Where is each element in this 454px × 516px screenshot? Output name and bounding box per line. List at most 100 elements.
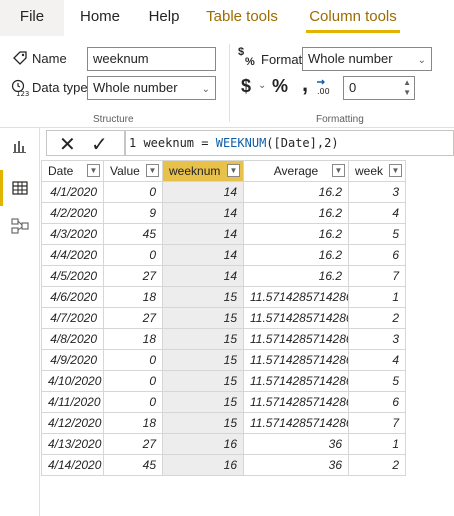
cell-average[interactable]: 16.2 [243,265,349,287]
cell-value[interactable]: 9 [103,202,163,224]
cell-average[interactable]: 36 [243,433,349,455]
table-row[interactable]: 4/11/2020 0 15 11.5714285714286 6 [41,391,406,413]
cell-weeknum[interactable]: 14 [162,181,244,203]
table-row[interactable]: 4/8/2020 18 15 11.5714285714286 3 [41,328,406,350]
table-row[interactable]: 4/2/2020 9 14 16.2 4 [41,202,406,224]
tab-home[interactable]: Home [64,0,136,36]
chevron-down-icon[interactable]: ▼ [227,164,240,177]
cell-week[interactable]: 4 [348,202,406,224]
cell-week[interactable]: 2 [348,307,406,329]
table-row[interactable]: 4/3/2020 45 14 16.2 5 [41,223,406,245]
cell-average[interactable]: 11.5714285714286 [243,370,349,392]
cell-average[interactable]: 36 [243,454,349,476]
cell-date[interactable]: 4/10/2020 [41,370,104,392]
model-view-icon[interactable] [6,212,34,240]
table-row[interactable]: 4/14/2020 45 16 36 2 [41,454,406,476]
decrease-decimal-icon[interactable]: .00 [315,78,337,96]
table-row[interactable]: 4/12/2020 18 15 11.5714285714286 7 [41,412,406,434]
table-row[interactable]: 4/13/2020 27 16 36 1 [41,433,406,455]
tab-help[interactable]: Help [136,0,192,36]
table-row[interactable]: 4/10/2020 0 15 11.5714285714286 5 [41,370,406,392]
currency-dropdown-chevron-icon[interactable]: ⌄ [258,80,266,91]
cell-weeknum[interactable]: 15 [162,307,244,329]
cell-date[interactable]: 4/14/2020 [41,454,104,476]
cell-date[interactable]: 4/13/2020 [41,433,104,455]
chevron-down-icon[interactable]: ▼ [87,164,100,177]
cell-week[interactable]: 7 [348,265,406,287]
column-header-date[interactable]: Date ▼ [41,160,104,182]
cell-weeknum[interactable]: 16 [162,454,244,476]
cell-date[interactable]: 4/8/2020 [41,328,104,350]
cell-date[interactable]: 4/2/2020 [41,202,104,224]
chevron-down-icon[interactable]: ▼ [146,164,159,177]
cell-date[interactable]: 4/5/2020 [41,265,104,287]
column-name-input[interactable]: weeknum [87,47,216,71]
cell-average[interactable]: 16.2 [243,244,349,266]
cell-week[interactable]: 6 [348,244,406,266]
cell-value[interactable]: 18 [103,412,163,434]
decimal-places-stepper[interactable]: 0 ▲ ▼ [343,76,415,100]
cell-week[interactable]: 3 [348,181,406,203]
cell-average[interactable]: 11.5714285714286 [243,307,349,329]
data-view-icon[interactable] [6,174,34,202]
cell-weeknum[interactable]: 15 [162,286,244,308]
cell-week[interactable]: 2 [348,454,406,476]
report-view-icon[interactable] [6,132,34,160]
chevron-down-icon[interactable]: ▼ [332,164,345,177]
table-row[interactable]: 4/1/2020 0 14 16.2 3 [41,181,406,203]
cell-weeknum[interactable]: 14 [162,223,244,245]
cell-average[interactable]: 11.5714285714286 [243,328,349,350]
table-row[interactable]: 4/4/2020 0 14 16.2 6 [41,244,406,266]
cell-weeknum[interactable]: 15 [162,328,244,350]
cell-average[interactable]: 11.5714285714286 [243,286,349,308]
cell-date[interactable]: 4/1/2020 [41,181,104,203]
column-header-average[interactable]: Average ▼ [243,160,349,182]
datatype-select[interactable]: Whole number ⌄ [87,76,216,100]
cell-average[interactable]: 16.2 [243,223,349,245]
table-row[interactable]: 4/9/2020 0 15 11.5714285714286 4 [41,349,406,371]
cell-value[interactable]: 27 [103,265,163,287]
cell-week[interactable]: 5 [348,223,406,245]
commit-formula-button[interactable]: ✓ [91,132,108,157]
cell-value[interactable]: 27 [103,433,163,455]
cell-value[interactable]: 27 [103,307,163,329]
cell-date[interactable]: 4/12/2020 [41,412,104,434]
cell-date[interactable]: 4/6/2020 [41,286,104,308]
percent-button[interactable]: % [272,76,288,97]
tab-column-tools[interactable]: Column tools [292,0,414,36]
cell-average[interactable]: 16.2 [243,181,349,203]
cell-value[interactable]: 0 [103,181,163,203]
cell-weeknum[interactable]: 14 [162,244,244,266]
cell-week[interactable]: 7 [348,412,406,434]
tab-file[interactable]: File [0,0,64,36]
cell-week[interactable]: 6 [348,391,406,413]
cell-value[interactable]: 45 [103,454,163,476]
cell-week[interactable]: 5 [348,370,406,392]
cell-value[interactable]: 0 [103,349,163,371]
cell-average[interactable]: 16.2 [243,202,349,224]
cell-value[interactable]: 18 [103,286,163,308]
column-header-weeknum[interactable]: weeknum ▼ [162,160,244,182]
cell-date[interactable]: 4/9/2020 [41,349,104,371]
cell-weeknum[interactable]: 16 [162,433,244,455]
column-header-week[interactable]: week ▼ [348,160,406,182]
cell-value[interactable]: 45 [103,223,163,245]
format-select[interactable]: Whole number ⌄ [302,47,432,71]
formula-input[interactable]: 1 weeknum = WEEKNUM([Date],2) [124,130,454,156]
cell-week[interactable]: 1 [348,286,406,308]
cell-week[interactable]: 1 [348,433,406,455]
table-row[interactable]: 4/7/2020 27 15 11.5714285714286 2 [41,307,406,329]
cell-weeknum[interactable]: 15 [162,370,244,392]
tab-table-tools[interactable]: Table tools [192,0,292,36]
cell-value[interactable]: 18 [103,328,163,350]
cell-weeknum[interactable]: 15 [162,412,244,434]
column-header-value[interactable]: Value ▼ [103,160,163,182]
cell-date[interactable]: 4/11/2020 [41,391,104,413]
cell-week[interactable]: 3 [348,328,406,350]
table-row[interactable]: 4/5/2020 27 14 16.2 7 [41,265,406,287]
cell-date[interactable]: 4/4/2020 [41,244,104,266]
cell-value[interactable]: 0 [103,244,163,266]
cell-weeknum[interactable]: 14 [162,265,244,287]
cell-average[interactable]: 11.5714285714286 [243,412,349,434]
stepper-arrows-icon[interactable]: ▲ ▼ [403,78,411,98]
